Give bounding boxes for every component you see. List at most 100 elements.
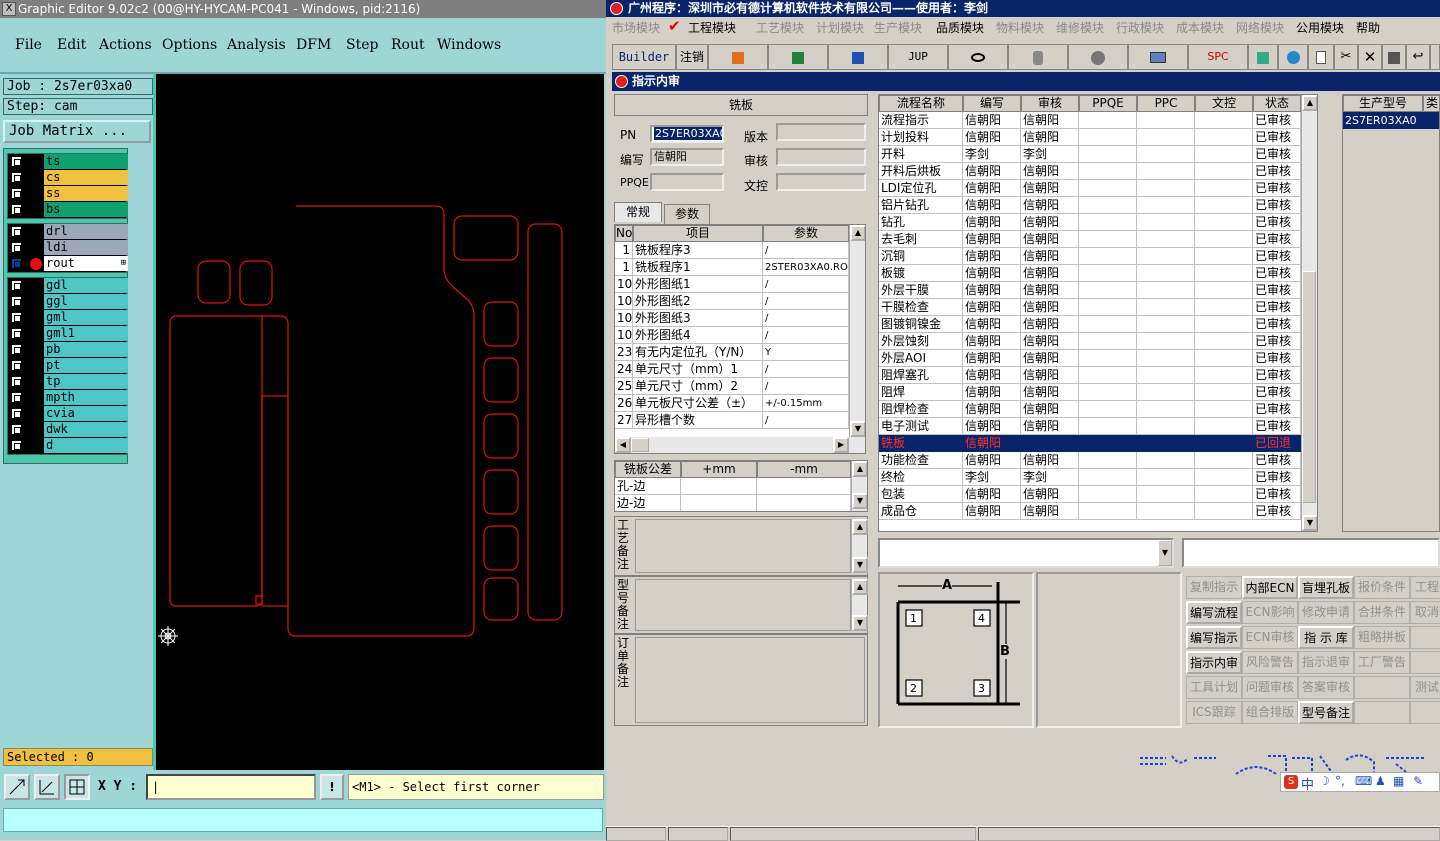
apps-icon[interactable]: ▦	[1393, 774, 1404, 788]
menu-2[interactable]: 工艺模块	[756, 19, 804, 36]
model-row[interactable]: 2S7ER03XA0	[1343, 112, 1439, 129]
process-note-scroll[interactable]: ▲ ▼	[851, 519, 868, 573]
action-button[interactable]: 答案审核	[1298, 676, 1354, 699]
model-note-scroll[interactable]: ▲ ▼	[851, 579, 868, 631]
menu-actions[interactable]: Actions	[99, 37, 152, 53]
computer-button[interactable]	[1128, 44, 1188, 70]
layer-row-dwk[interactable]: dwk	[8, 422, 128, 437]
job-matrix-button[interactable]: Job Matrix ...	[3, 120, 151, 143]
save-button[interactable]	[1382, 44, 1406, 70]
params-hscroll[interactable]: ◀ ▶	[615, 437, 865, 453]
layer-checkbox[interactable]	[11, 258, 22, 269]
menu-windows[interactable]: Windows	[437, 37, 501, 53]
order-note-field[interactable]	[635, 637, 865, 723]
flow-row[interactable]: 阻焊 信朝阳 信朝阳 已审核	[879, 384, 1301, 401]
action-button[interactable]: 编写指示	[1186, 626, 1242, 649]
param-row[interactable]: 1 铣板程序3/	[615, 242, 849, 259]
param-row[interactable]: 1 铣板程序1 2STER03XA0.ROU	[615, 259, 849, 276]
layer-row-tp[interactable]: tp	[8, 374, 128, 389]
ime-mode[interactable]: 中	[1301, 774, 1314, 793]
menu-options[interactable]: Options	[162, 37, 217, 53]
flow-row[interactable]: 铣板 信朝阳 已回退	[879, 435, 1301, 452]
menu-analysis[interactable]: Analysis	[227, 37, 286, 53]
spc-button[interactable]: SPC	[1188, 44, 1248, 70]
layer-row-cvia[interactable]: cvia	[8, 406, 128, 421]
xy-coordinate-input[interactable]: |	[146, 774, 316, 800]
action-button[interactable]: 取消暂	[1410, 601, 1440, 624]
builder-button[interactable]: Builder	[612, 44, 676, 70]
layer-row-drl[interactable]: drl	[8, 224, 128, 239]
menu-3[interactable]: 计划模块	[816, 19, 864, 36]
grid-snap-button[interactable]	[64, 774, 90, 800]
layer-checkbox[interactable]	[11, 242, 22, 253]
layer-row-mpth[interactable]: mpth	[8, 390, 128, 405]
param-row[interactable]: 23 有无内定位孔（Y/N） Y	[615, 344, 849, 361]
zoom-fit-button[interactable]	[4, 774, 30, 800]
action-button[interactable]: 指 示 库	[1298, 626, 1354, 649]
scroll-right-icon[interactable]: ▶	[833, 437, 849, 453]
pn-field[interactable]: 2S7ER03XA0	[650, 125, 724, 143]
menu-dfm[interactable]: DFM	[296, 37, 331, 53]
scroll-down-icon[interactable]: ▼	[1302, 515, 1317, 531]
writer-field[interactable]: 信朝阳	[650, 148, 724, 166]
layer-row-ldi[interactable]: ldi	[8, 240, 128, 255]
params-vscroll[interactable]: ▲ ▼	[849, 225, 865, 437]
param-row[interactable]: 10 外形图纸3/	[615, 310, 849, 327]
word-button[interactable]	[828, 44, 888, 70]
scroll-up-icon[interactable]: ▲	[852, 519, 868, 535]
param-row[interactable]: 10 外形图纸2/	[615, 293, 849, 310]
layer-row-gml[interactable]: gml	[8, 310, 128, 325]
menu-0[interactable]: 市场模块	[612, 19, 660, 36]
param-row[interactable]: 26 单元板尺寸公差（±） +/-0.15mm	[615, 395, 849, 412]
logout-button[interactable]: 注销	[676, 44, 708, 70]
scroll-left-icon[interactable]: ◀	[615, 437, 631, 453]
scroll-up-icon[interactable]: ▲	[852, 461, 867, 477]
layer-row-ggl[interactable]: ggl	[8, 294, 128, 309]
param-row[interactable]: 24 单元尺寸（mm）1/	[615, 361, 849, 378]
layer-expand-icon[interactable]: ⊞	[121, 256, 126, 270]
action-button[interactable]: 修改申请	[1298, 601, 1354, 624]
flow-row[interactable]: 干膜检查 信朝阳 信朝阳 已审核	[879, 299, 1301, 316]
user-icon[interactable]: ♟	[1375, 774, 1386, 788]
param-row[interactable]: 10 外形图纸1/	[615, 276, 849, 293]
layer-checkbox[interactable]	[11, 312, 22, 323]
tol-row[interactable]: 孔-边	[615, 478, 851, 495]
flow-row[interactable]: 阻焊检查 信朝阳 信朝阳 已审核	[879, 401, 1301, 418]
menu-1[interactable]: 工程模块	[688, 19, 736, 36]
layer-row-cs[interactable]: cs	[8, 170, 128, 185]
flow-row[interactable]: LDI定位孔 信朝阳 信朝阳 已审核	[879, 180, 1301, 197]
layer-checkbox[interactable]	[11, 172, 22, 183]
flow-row[interactable]: 开料后烘板 信朝阳 信朝阳 已审核	[879, 163, 1301, 180]
menu-8[interactable]: 行政模块	[1116, 19, 1164, 36]
exit-button[interactable]: ↩	[1406, 44, 1430, 70]
tab-params[interactable]: 参数	[664, 204, 710, 224]
layer-checkbox[interactable]	[11, 424, 22, 435]
layer-row-ts[interactable]: ts	[8, 154, 128, 169]
flow-row[interactable]: 图镀铜镍金 信朝阳 信朝阳 已审核	[879, 316, 1301, 333]
punctuation-icon[interactable]: °,	[1335, 774, 1345, 788]
flow-row[interactable]: 外层蚀刻 信朝阳 信朝阳 已审核	[879, 333, 1301, 350]
scroll-up-icon[interactable]: ▲	[850, 225, 865, 241]
flow-row[interactable]: 铝片钻孔 信朝阳 信朝阳 已审核	[879, 197, 1301, 214]
exclamation-button[interactable]: !	[320, 774, 344, 800]
scroll-down-icon[interactable]: ▼	[852, 615, 868, 631]
menu-11[interactable]: 公用模块	[1296, 19, 1344, 36]
flow-row[interactable]: 外层干膜 信朝阳 信朝阳 已审核	[879, 282, 1301, 299]
param-row[interactable]: 25 单元尺寸（mm）2/	[615, 378, 849, 395]
flow-row[interactable]: 钻孔 信朝阳 信朝阳 已审核	[879, 214, 1301, 231]
action-button[interactable]: 型号备注	[1298, 701, 1354, 724]
layer-checkbox[interactable]	[11, 344, 22, 355]
moon-icon[interactable]: ☽	[1319, 774, 1330, 788]
menu-edit[interactable]: Edit	[57, 37, 86, 53]
layer-checkbox[interactable]	[11, 360, 22, 371]
graphics-canvas[interactable]	[156, 74, 604, 770]
flow-row[interactable]: 开料 李剑 李剑 已审核	[879, 146, 1301, 163]
layer-checkbox[interactable]	[11, 408, 22, 419]
menu-9[interactable]: 成本模块	[1176, 19, 1224, 36]
menu-12[interactable]: 帮助	[1356, 19, 1380, 36]
flow-row[interactable]: 成品仓 信朝阳 信朝阳 已审核	[879, 503, 1301, 520]
layer-checkbox[interactable]	[11, 280, 22, 291]
flow-row[interactable]: 流程指示 信朝阳 信朝阳 已审核	[879, 112, 1301, 129]
layer-row-gml1[interactable]: gml1	[8, 326, 128, 341]
flow-row[interactable]: 功能检查 信朝阳 信朝阳 已审核	[879, 452, 1301, 469]
